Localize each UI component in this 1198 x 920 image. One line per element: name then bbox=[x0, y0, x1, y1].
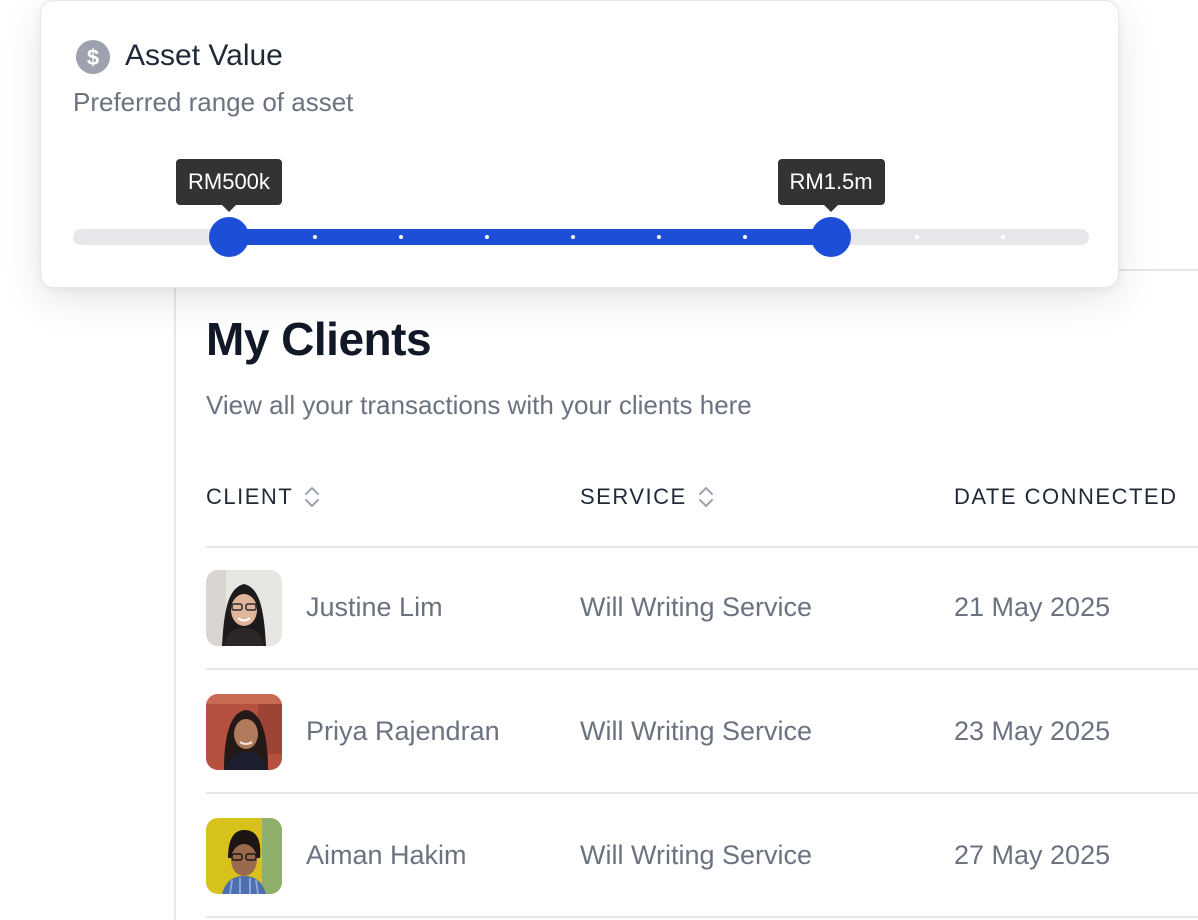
sort-icon bbox=[698, 487, 713, 507]
panel-divider-top bbox=[1118, 269, 1198, 271]
column-header-client[interactable]: CLIENT bbox=[206, 484, 321, 510]
slider-tick bbox=[657, 235, 661, 239]
panel-divider bbox=[174, 250, 176, 920]
table-divider bbox=[206, 792, 1198, 794]
slider-tick bbox=[915, 235, 919, 239]
column-header-label: CLIENT bbox=[206, 484, 294, 509]
avatar bbox=[206, 694, 282, 770]
asset-value-filter-card: $ Asset Value Preferred range of asset R… bbox=[40, 0, 1119, 288]
column-header-date-connected: DATE CONNECTED bbox=[954, 484, 1178, 510]
slider-tick bbox=[743, 235, 747, 239]
avatar bbox=[206, 570, 282, 646]
column-header-label: SERVICE bbox=[580, 484, 687, 509]
table-divider bbox=[206, 668, 1198, 670]
slider-tick bbox=[313, 235, 317, 239]
slider-tick bbox=[399, 235, 403, 239]
service-name: Will Writing Service bbox=[580, 716, 813, 746]
screen: My Clients View all your transactions wi… bbox=[0, 0, 1198, 920]
max-value-tooltip: RM1.5m bbox=[777, 159, 885, 212]
date-connected: 27 May 2025 bbox=[954, 840, 1111, 870]
client-name: Priya Rajendran bbox=[306, 716, 500, 746]
service-name: Will Writing Service bbox=[580, 592, 813, 622]
page-title: My Clients bbox=[206, 313, 432, 365]
slider-tick bbox=[571, 235, 575, 239]
service-name: Will Writing Service bbox=[580, 840, 813, 870]
slider-tick bbox=[141, 235, 145, 239]
range-slider[interactable] bbox=[41, 1, 1120, 289]
slider-tick bbox=[1001, 235, 1005, 239]
slider-range-fill bbox=[229, 229, 831, 245]
slider-handle-min bbox=[209, 217, 249, 257]
date-connected: 23 May 2025 bbox=[954, 716, 1111, 746]
column-header-service[interactable]: SERVICE bbox=[580, 484, 715, 510]
avatar bbox=[206, 818, 282, 894]
slider-handle-max bbox=[811, 217, 851, 257]
page-subtitle: View all your transactions with your cli… bbox=[206, 390, 752, 420]
client-name: Aiman Hakim bbox=[306, 840, 467, 870]
table-divider bbox=[206, 916, 1198, 918]
sort-icon bbox=[305, 487, 320, 507]
column-header-label: DATE CONNECTED bbox=[954, 484, 1178, 509]
client-name: Justine Lim bbox=[306, 592, 443, 622]
min-value-tooltip: RM500k bbox=[176, 159, 282, 212]
date-connected: 21 May 2025 bbox=[954, 592, 1111, 622]
slider-tick bbox=[485, 235, 489, 239]
table-divider bbox=[206, 546, 1198, 548]
